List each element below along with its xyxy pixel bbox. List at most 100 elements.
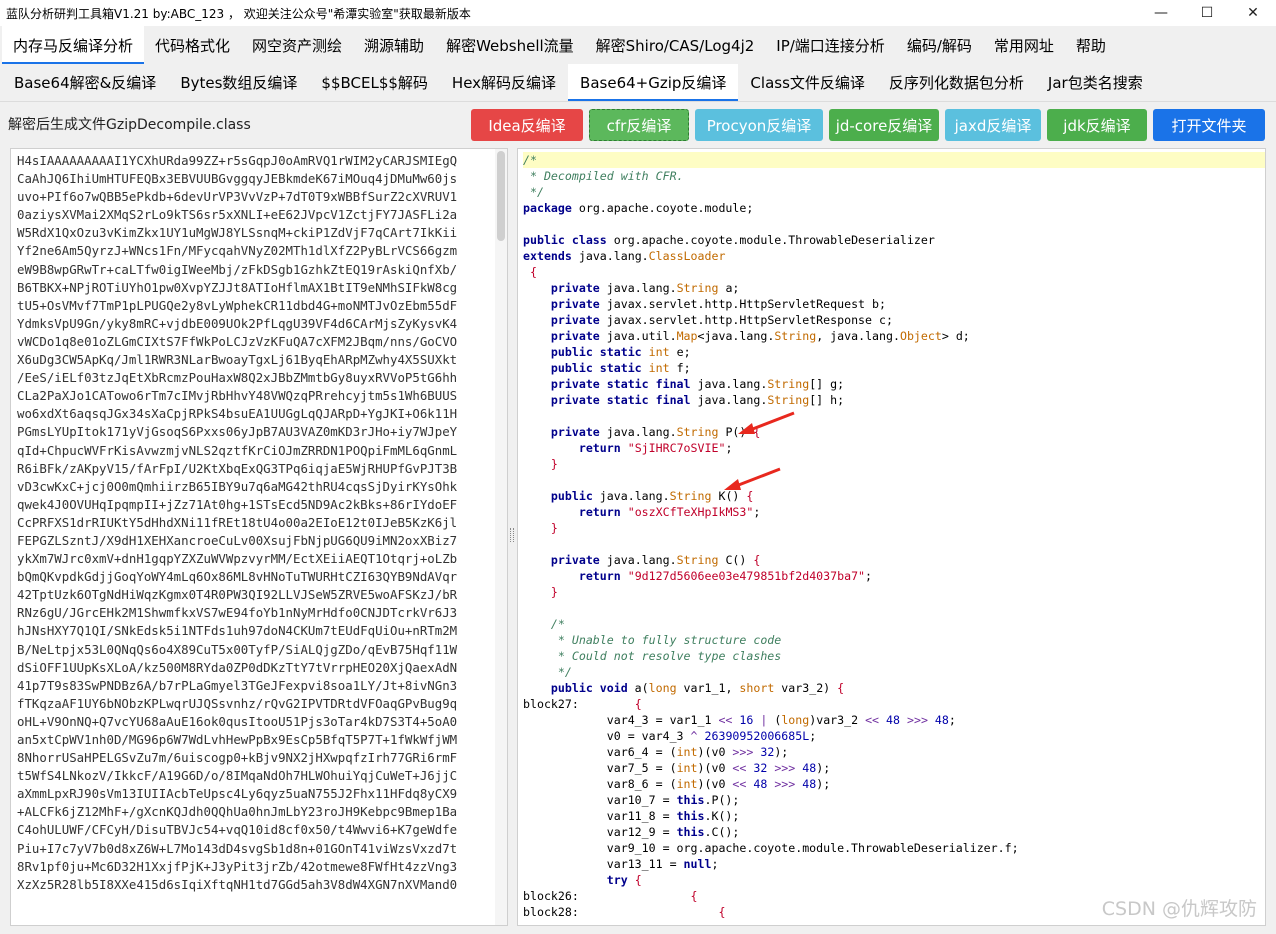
tab-item[interactable]: Jar包类名搜索 (1036, 64, 1155, 101)
decompile-button[interactable]: jd-core反编译 (829, 109, 939, 141)
code-line: } (523, 456, 1265, 472)
decompile-button[interactable]: 打开文件夹 (1153, 109, 1265, 141)
input-line: RNz6gU/JGrcEHk2M1ShwmfkxVS7wE94foYb1nNyM… (17, 605, 458, 621)
code-token: String (669, 489, 712, 503)
code-token: ); (774, 745, 789, 759)
decompile-button[interactable]: jdk反编译 (1047, 109, 1147, 141)
input-scrollbar-thumb[interactable] (497, 151, 505, 241)
code-token: java.util. (599, 329, 677, 343)
code-token: long (781, 713, 810, 727)
code-token: java.lang. (592, 489, 670, 503)
decompile-button[interactable]: jaxd反编译 (945, 109, 1041, 141)
code-token: << (718, 713, 733, 727)
menu-item[interactable]: 解密Webshell流量 (435, 26, 585, 64)
code-token: [] h; (809, 393, 845, 407)
code-token: } (523, 457, 558, 471)
code-token: public static (550, 345, 642, 359)
code-token: private (550, 281, 600, 295)
input-line: CaAhJQ6IhiUmHTUFEQBx3EBVUUBGvggqyJEBkmde… (17, 171, 458, 187)
code-line: block27: { (523, 696, 1265, 712)
tab-item[interactable]: Base64解密&反编译 (2, 64, 168, 101)
input-line: eW9B8wpGRwTr+caLTfw0igIWeeMbj/zFkDSgb1Gz… (17, 261, 458, 277)
input-line: Yf2ne6Am5QyrzJ+WNcs1Fn/MFycqahVNyZ02MTh1… (17, 243, 458, 259)
menu-item[interactable]: 内存马反编译分析 (2, 26, 145, 64)
input-line: aXmmLpxRJ90sVm13IUIIAcbTeUpsc4Ly6qyz5uaN… (17, 786, 458, 802)
code-line: * Unable to fully structure code (523, 632, 1265, 648)
code-token: private (550, 425, 600, 439)
menu-item[interactable]: 常用网址 (983, 26, 1065, 64)
close-button[interactable]: ✕ (1230, 0, 1276, 26)
title-bar: 蓝队分析研判工具箱V1.21 by:ABC_123 ， 欢迎关注公众号"希潭实验… (0, 0, 1276, 26)
code-token: int (676, 777, 698, 791)
input-scrollbar[interactable] (495, 149, 507, 925)
input-line: 42TptUzk6OTgNdHiWqzKgmx0T4R0PW3QI92LLVJS… (17, 587, 458, 603)
code-line: private java.lang.String C() { (523, 552, 1265, 568)
code-token: "oszXCfTeXHpIkMS3" (627, 505, 754, 519)
base64-input-text: H4sIAAAAAAAAAI1YCXhURda99ZZ+r5sGqpJ0oAmR… (17, 152, 495, 894)
input-line: dSiOFF1UUpKsXLoA/kz500M8RYda0ZP0dDKzTtY7… (17, 659, 458, 675)
decompiled-code-view[interactable]: /* * Decompiled with CFR. */package org.… (517, 148, 1266, 926)
code-token: * Unable to fully structure code (523, 633, 782, 647)
input-line: 0aziysXVMai2XMqS2rLo9kTS6sr5xXNLI+eE62JV… (17, 207, 458, 223)
pane-splitter[interactable] (508, 148, 517, 926)
input-line: 8NhorrUSaHPELGSvZu7m/6uiscogp0+kBjv9NX2j… (17, 750, 458, 766)
tab-item[interactable]: Hex解码反编译 (440, 64, 568, 101)
code-token: var12_9 = (523, 825, 677, 839)
tab-item[interactable]: 反序列化数据包分析 (877, 64, 1036, 101)
code-token: v0 = var4_3 (523, 729, 691, 743)
decompile-button[interactable]: Procyon反编译 (695, 109, 823, 141)
menu-item[interactable]: 编码/解码 (896, 26, 983, 64)
menu-item[interactable]: IP/端口连接分析 (765, 26, 896, 64)
input-line: B/NeLtpjx53L0QNqQs6o4X89CuT5x00TyfP/SiAL… (17, 641, 458, 657)
decompile-button[interactable]: cfr反编译 (589, 109, 689, 141)
input-line: qId+ChpucWVFrKisAvwzmjvNLS2qztfKrCiOJmZR… (17, 442, 458, 458)
code-line: try { (523, 872, 1265, 888)
code-token: this (676, 809, 705, 823)
code-token: "SjIHRC7oSVIE" (627, 441, 726, 455)
decompile-button[interactable]: Idea反编译 (471, 109, 583, 141)
code-token: block28: (523, 905, 719, 919)
code-line: var11_8 = this.K(); (523, 808, 1265, 824)
code-line: var9_10 = org.apache.coyote.module.Throw… (523, 840, 1265, 856)
code-token: ; (711, 857, 719, 871)
code-token: )(v0 (697, 761, 733, 775)
menu-item[interactable]: 溯源辅助 (353, 26, 435, 64)
main-menu-bar: 内存马反编译分析 代码格式化 网空资产测绘 溯源辅助 解密Webshell流量 解密Shi… (0, 26, 1276, 64)
input-line: CLa2PaXJo1CATowo6rTm7cIMvjRbHhvY48VWQzqP… (17, 388, 458, 404)
csdn-watermark: CSDN @仇辉攻防 (1101, 898, 1257, 920)
tab-item[interactable]: Base64+Gzip反编译 (568, 64, 739, 101)
code-token: 48 (753, 777, 768, 791)
code-line: var7_5 = (int)(v0 << 32 >>> 48); (523, 760, 1265, 776)
input-textarea[interactable]: H4sIAAAAAAAAAI1YCXhURda99ZZ+r5sGqpJ0oAmR… (10, 148, 508, 926)
code-token: 48 (934, 713, 949, 727)
code-token: String (767, 393, 810, 407)
red-arrow-icon (724, 467, 781, 490)
maximize-button[interactable]: ☐ (1184, 0, 1230, 26)
menu-item[interactable]: 帮助 (1065, 26, 1117, 64)
menu-item[interactable]: 解密Shiro/CAS/Log4j2 (585, 26, 766, 64)
minimize-button[interactable]: — (1138, 0, 1184, 26)
tab-item[interactable]: Class文件反编译 (738, 64, 876, 101)
code-line: package org.apache.coyote.module; (523, 200, 1265, 216)
code-token: int (676, 745, 698, 759)
tab-item[interactable]: Bytes数组反编译 (168, 64, 309, 101)
red-arrow-icon (738, 411, 795, 434)
code-line: private java.lang.String P() { (523, 424, 1265, 440)
code-line: v0 = var4_3 ^ 26390952006685L; (523, 728, 1265, 744)
menu-item[interactable]: 代码格式化 (144, 26, 241, 64)
input-line: C4ohULUWF/CFCyH/DisuTBVJc54+vqQ10id8cf0x… (17, 822, 458, 838)
code-token: return (578, 569, 621, 583)
code-token: java.lang. (571, 249, 649, 263)
tab-item[interactable]: $$BCEL$$解码 (309, 64, 440, 101)
code-line: /* (523, 616, 1265, 632)
code-token: ClassLoader (648, 249, 726, 263)
menu-item[interactable]: 网空资产测绘 (241, 26, 353, 64)
